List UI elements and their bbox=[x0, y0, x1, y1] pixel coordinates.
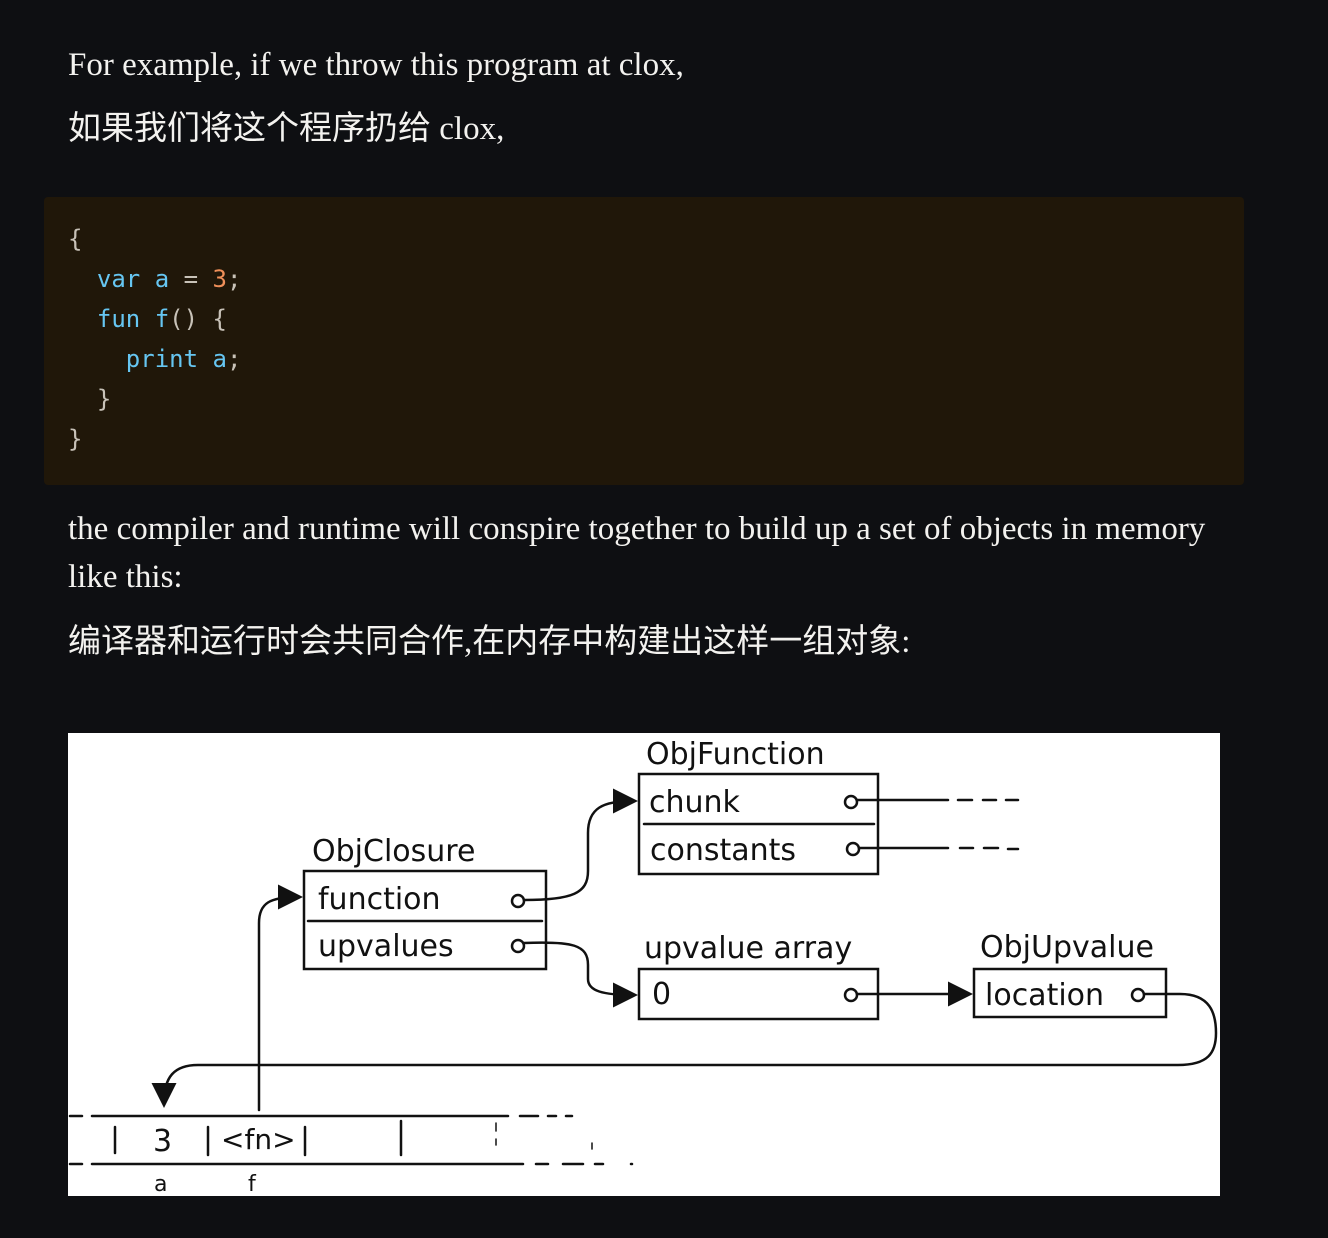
code-line-5: } bbox=[96, 385, 112, 413]
intro-paragraph-en: For example, if we throw this program at… bbox=[68, 47, 684, 83]
code-block: { var a = 3; fun f() { print a; } } bbox=[44, 197, 1244, 485]
upvalues-pointer-dot bbox=[510, 938, 526, 954]
objclosure-field-function: function bbox=[318, 882, 441, 917]
objclosure-title: ObjClosure bbox=[312, 834, 475, 869]
objfunction-field-chunk: chunk bbox=[649, 785, 741, 820]
upvalue-array-box bbox=[637, 967, 880, 1021]
objfunction-field-constants: constants bbox=[650, 833, 796, 868]
memory-diagram: ObjFunction chunk constants ObjClosure f… bbox=[68, 733, 1220, 1196]
upvalue-array-title: upvalue array bbox=[644, 931, 852, 966]
stack-label-a: a bbox=[154, 1172, 167, 1196]
code-line-3: fun f() { bbox=[96, 305, 227, 333]
constants-pointer bbox=[857, 846, 1020, 851]
closure-arrow bbox=[257, 884, 303, 1112]
slot-pointer-dot bbox=[843, 987, 859, 1003]
function-arrow bbox=[522, 788, 638, 902]
code-line-6: } bbox=[68, 425, 83, 453]
objfunction-title: ObjFunction bbox=[646, 737, 825, 772]
code-line-1: { bbox=[68, 225, 83, 253]
objupvalue-field-location: location bbox=[985, 978, 1104, 1013]
function-pointer-dot bbox=[510, 893, 526, 909]
chunk-pointer-dot bbox=[843, 794, 859, 810]
objupvalue-title: ObjUpvalue bbox=[980, 930, 1154, 965]
result-paragraph-en: the compiler and runtime will conspire t… bbox=[68, 511, 1206, 595]
code-line-2: var a = 3; bbox=[96, 265, 242, 293]
upvalue-array-slot: 0 bbox=[652, 977, 671, 1012]
constants-pointer-dot bbox=[845, 841, 861, 857]
stack-label-f: f bbox=[248, 1172, 257, 1196]
result-paragraph-zh: 编译器和运行时会共同合作,在内存中构建出这样一组对象: bbox=[68, 624, 911, 660]
code-line-4: print a; bbox=[125, 345, 242, 373]
objclosure-field-upvalues: upvalues bbox=[318, 929, 454, 964]
intro-paragraph-zh: 如果我们将这个程序扔给 clox, bbox=[68, 111, 505, 147]
stack-value-a: 3 bbox=[153, 1124, 172, 1159]
stack-value-f: <fn> bbox=[221, 1123, 296, 1156]
location-pointer-dot bbox=[1130, 987, 1146, 1003]
